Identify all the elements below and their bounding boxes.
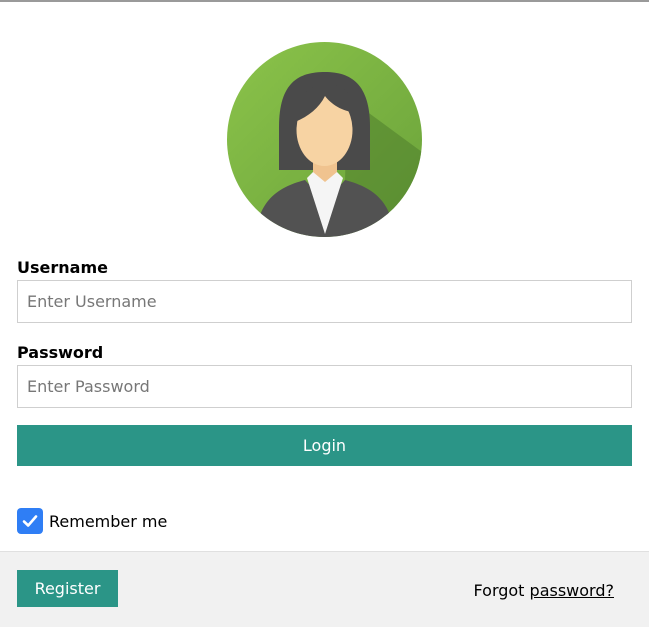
register-button[interactable]: Register xyxy=(17,570,118,607)
password-input[interactable] xyxy=(17,365,632,408)
top-divider xyxy=(0,0,649,2)
login-button[interactable]: Login xyxy=(17,425,632,466)
password-label: Password xyxy=(17,343,104,362)
remember-me[interactable]: Remember me xyxy=(17,508,167,534)
forgot-prefix: Forgot xyxy=(473,581,525,600)
remember-checkbox[interactable] xyxy=(17,508,43,534)
checkmark-icon xyxy=(22,515,38,527)
footer-bar: Register Forgot password? xyxy=(0,551,649,627)
female-user-avatar-icon xyxy=(227,42,422,237)
remember-label: Remember me xyxy=(49,511,168,531)
login-page: Username Password Login Remember me Regi… xyxy=(0,0,649,627)
avatar xyxy=(227,42,422,237)
forgot-password-link[interactable]: password? xyxy=(530,581,614,600)
username-label: Username xyxy=(17,258,108,277)
forgot-password: Forgot password? xyxy=(474,581,614,601)
username-input[interactable] xyxy=(17,280,632,323)
